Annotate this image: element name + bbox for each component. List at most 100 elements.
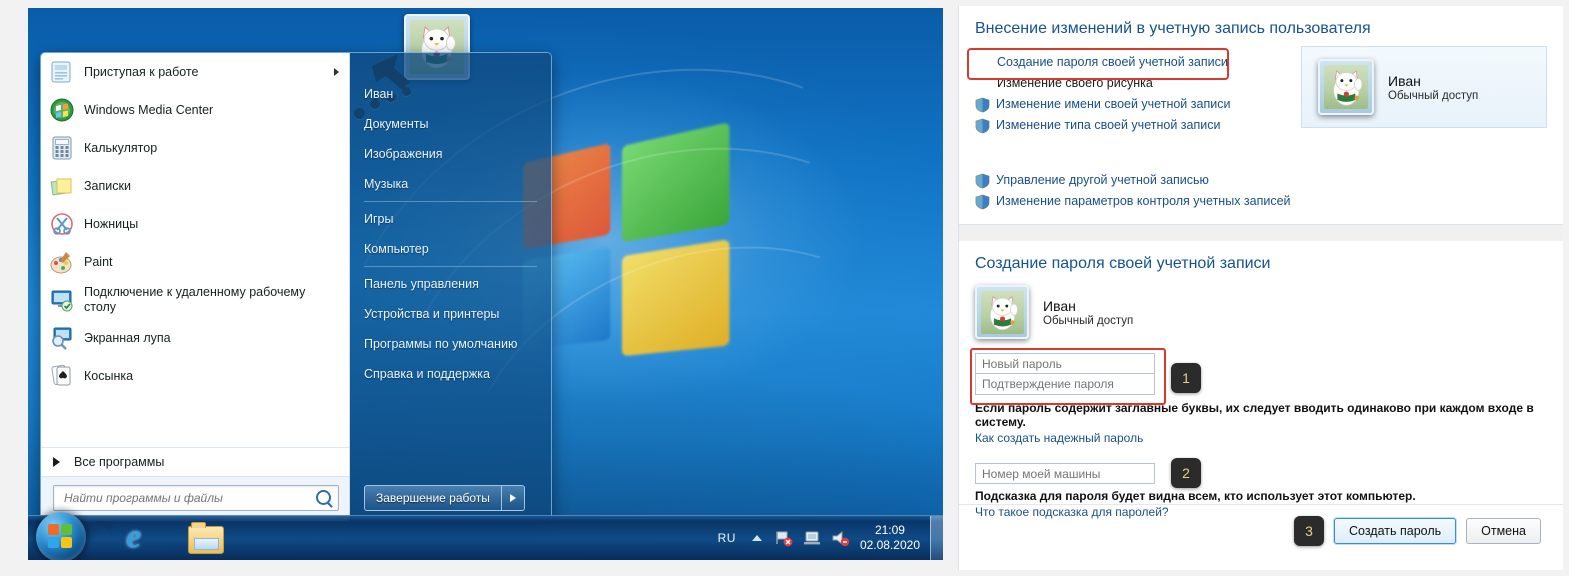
windows-flag-icon	[48, 524, 74, 550]
sticky-notes-icon	[49, 173, 75, 199]
start-item-label: Windows Media Center	[84, 102, 214, 117]
shield-icon	[975, 194, 990, 210]
network-connections-icon[interactable]	[802, 529, 822, 547]
menu-divider	[364, 266, 537, 267]
link-strong-password-help[interactable]: Как создать надежный пароль	[975, 431, 1143, 445]
user-role: Обычный доступ	[1388, 90, 1479, 102]
remote-desktop-icon	[49, 287, 75, 313]
hint-note: Подсказка для пароля будет видна всем, к…	[975, 489, 1416, 503]
volume-muted-icon[interactable]	[830, 529, 850, 547]
cat-illustration	[989, 295, 1018, 330]
desktop-screenshot: Приступая к работе Windows Media Center	[28, 8, 943, 560]
link-label: Изменение параметров контроля учетных за…	[996, 194, 1291, 208]
chevron-right-icon	[334, 68, 339, 76]
shield-icon	[975, 118, 990, 134]
user-account-card[interactable]: Иван Обычный доступ	[1301, 46, 1547, 128]
start-right-item-default-programs[interactable]: Программы по умолчанию	[350, 329, 551, 359]
create-password-button[interactable]: Создать пароль	[1334, 517, 1457, 544]
solitaire-icon	[49, 363, 75, 389]
password-user-row: Иван Обычный доступ	[975, 285, 1547, 339]
taskbar-file-explorer-icon[interactable]	[188, 520, 226, 556]
start-item-label: Paint	[84, 254, 113, 269]
show-hidden-icons-chevron[interactable]	[751, 535, 762, 541]
chevron-right-icon	[53, 457, 60, 467]
new-password-input[interactable]	[975, 353, 1155, 374]
start-item-calculator[interactable]: Калькулятор	[41, 129, 349, 167]
start-menu-right-column: Иван Документы Изображения Музыка Игры К…	[350, 53, 551, 521]
all-programs-button[interactable]: Все программы	[41, 447, 349, 476]
step-badge-1: 1	[1171, 363, 1201, 393]
link-label: Управление другой учетной записью	[996, 173, 1209, 187]
search-input[interactable]	[62, 490, 330, 506]
start-right-item-user[interactable]: Иван	[350, 79, 551, 109]
snipping-tool-icon	[49, 211, 75, 237]
start-item-magnifier[interactable]: Экранная лупа	[41, 319, 349, 357]
section-gap	[959, 225, 1563, 241]
start-item-label: Калькулятор	[84, 140, 158, 155]
magnifier-icon	[49, 325, 75, 351]
paint-icon	[49, 249, 75, 275]
shield-icon	[975, 97, 990, 113]
start-item-label: Экранная лупа	[84, 330, 171, 345]
shutdown-control[interactable]: Завершение работы	[364, 485, 525, 511]
all-programs-label: Все программы	[74, 455, 165, 469]
show-desktop-button[interactable]	[930, 516, 943, 560]
language-indicator[interactable]: RU	[710, 531, 744, 545]
start-right-item-pictures[interactable]: Изображения	[350, 139, 551, 169]
password-fields-group: 1	[970, 348, 1547, 405]
user-account-section: Внесение изменений в учетную запись поль…	[959, 6, 1563, 218]
chevron-right-icon	[509, 494, 516, 502]
start-item-getting-started[interactable]: Приступая к работе	[41, 53, 349, 91]
start-menu[interactable]: Приступая к работе Windows Media Center	[40, 52, 552, 522]
taskbar: e RU 21:09 02.08.2020	[28, 512, 943, 560]
clock[interactable]: 21:09 02.08.2020	[854, 523, 930, 553]
search-box[interactable]	[53, 485, 339, 511]
search-icon	[316, 490, 331, 505]
start-item-windows-media-center[interactable]: Windows Media Center	[41, 91, 349, 129]
link-label: Изменение типа своей учетной записи	[996, 118, 1221, 132]
start-right-item-devices-printers[interactable]: Устройства и принтеры	[350, 299, 551, 329]
password-hint-input[interactable]	[975, 463, 1155, 484]
start-item-snipping-tool[interactable]: Ножницы	[41, 205, 349, 243]
taskbar-internet-explorer-icon[interactable]: e	[126, 520, 164, 556]
start-item-label: Записки	[84, 178, 131, 193]
user-role: Обычный доступ	[1043, 315, 1134, 327]
start-item-sticky-notes[interactable]: Записки	[41, 167, 349, 205]
maneki-neko-avatar	[1318, 59, 1374, 115]
password-note: Если пароль содержит заглавные буквы, их…	[975, 401, 1534, 429]
start-item-solitaire[interactable]: Косынка	[41, 357, 349, 395]
start-orb-button[interactable]	[36, 512, 86, 560]
start-right-item-music[interactable]: Музыка	[350, 169, 551, 199]
start-right-item-games[interactable]: Игры	[350, 204, 551, 234]
clock-date: 02.08.2020	[859, 538, 920, 552]
link-label: Изменение своего рисунка	[997, 76, 1153, 90]
start-right-item-control-panel[interactable]: Панель управления	[350, 269, 551, 299]
shield-icon	[975, 173, 990, 189]
start-menu-left-column: Приступая к работе Windows Media Center	[41, 53, 350, 521]
menu-divider	[364, 201, 537, 202]
link-label: Изменение имени своей учетной записи	[996, 97, 1231, 111]
start-item-label: Приступая к работе	[84, 64, 199, 79]
network-icon[interactable]	[774, 529, 794, 547]
start-item-paint[interactable]: Paint	[41, 243, 349, 281]
clock-time: 21:09	[874, 523, 905, 537]
system-tray: RU 21:09 02.08.2020	[710, 516, 943, 560]
confirm-password-input[interactable]	[975, 374, 1155, 395]
link-manage-another-account[interactable]: Управление другой учетной записью	[975, 170, 1547, 191]
dialog-footer: 3 Создать пароль Отмена	[959, 504, 1563, 556]
start-item-remote-desktop[interactable]: Подключение к удаленному рабочему столу	[41, 281, 349, 319]
start-right-item-help-support[interactable]: Справка и поддержка	[350, 359, 551, 389]
link-change-uac-settings[interactable]: Изменение параметров контроля учетных за…	[975, 191, 1547, 212]
user-name: Иван	[1388, 73, 1421, 89]
cancel-button[interactable]: Отмена	[1466, 517, 1541, 544]
hint-field-group: 2	[975, 458, 1547, 488]
shutdown-button[interactable]: Завершение работы	[364, 485, 502, 511]
start-item-label: Подключение к удаленному рабочему столу	[84, 285, 306, 314]
maneki-neko-avatar	[975, 285, 1029, 339]
shutdown-options-button[interactable]	[501, 485, 525, 511]
getting-started-icon	[49, 59, 75, 85]
start-right-item-computer[interactable]: Компьютер	[350, 234, 551, 264]
media-center-icon	[49, 97, 75, 123]
start-item-label: Косынка	[84, 368, 134, 383]
start-right-item-documents[interactable]: Документы	[350, 109, 551, 139]
